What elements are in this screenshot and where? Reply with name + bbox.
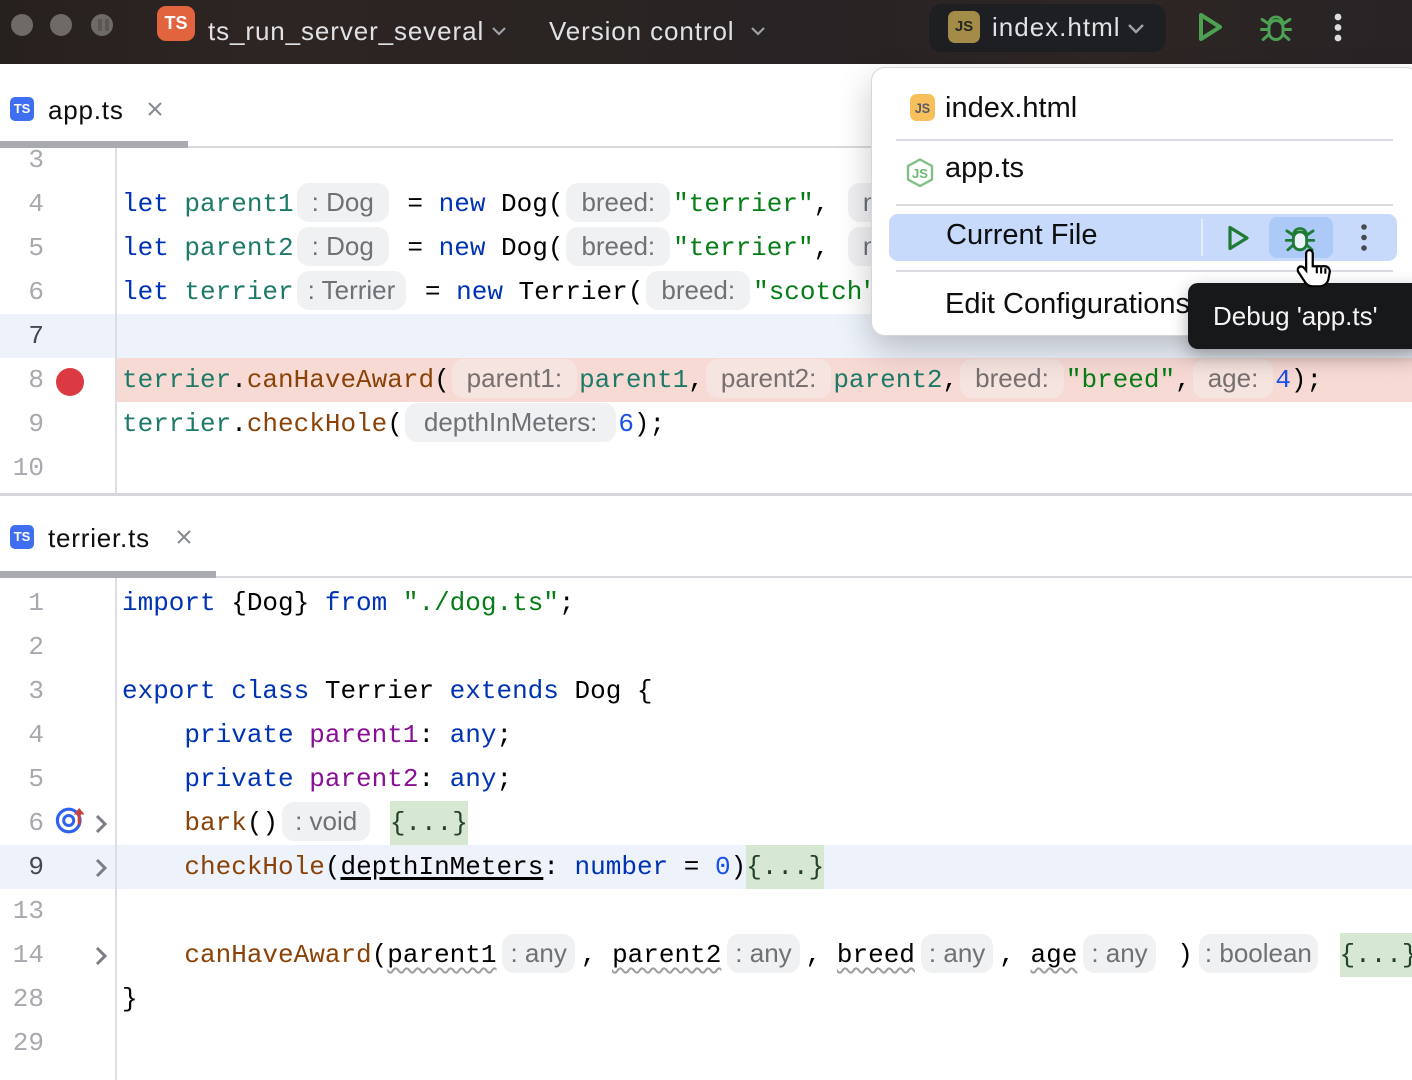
- svg-text:JS: JS: [912, 166, 928, 181]
- svg-text:JS: JS: [915, 101, 931, 117]
